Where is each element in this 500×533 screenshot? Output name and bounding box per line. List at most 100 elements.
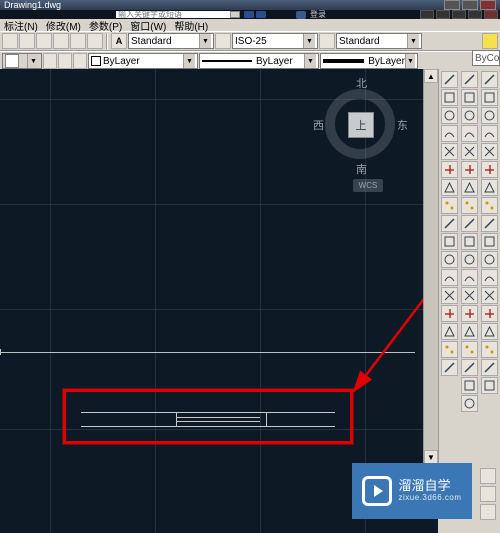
view-cube-south[interactable]: 南 bbox=[356, 161, 367, 177]
modify-crop-icon[interactable] bbox=[461, 71, 478, 88]
info-icon[interactable] bbox=[244, 11, 254, 18]
menu-param[interactable]: 参数(P) bbox=[89, 18, 122, 33]
draw-table-icon[interactable] bbox=[441, 323, 458, 340]
linetype-combo[interactable]: ByLayer ▼ bbox=[199, 53, 319, 69]
osnap-brush-icon[interactable] bbox=[481, 377, 498, 394]
draw-region-icon[interactable] bbox=[441, 305, 458, 322]
draw-pline-icon[interactable] bbox=[441, 107, 458, 124]
modify-scale-icon[interactable] bbox=[461, 233, 478, 250]
open-icon[interactable] bbox=[19, 33, 35, 49]
view-cube-east[interactable]: 东 bbox=[397, 117, 408, 133]
table-style-icon[interactable] bbox=[319, 33, 335, 49]
osnap-qua-icon[interactable] bbox=[481, 215, 498, 232]
draw-ell-icon[interactable] bbox=[441, 215, 458, 232]
wcs-label[interactable]: WCS bbox=[353, 179, 383, 192]
modify-join-icon[interactable] bbox=[461, 341, 478, 358]
modify-brk-icon[interactable] bbox=[461, 305, 478, 322]
scroll-up-icon[interactable]: ▲ bbox=[424, 69, 438, 83]
draw-circ-icon[interactable] bbox=[441, 179, 458, 196]
plot-style-combo[interactable]: ByCol bbox=[472, 50, 500, 66]
draw-spline-icon[interactable] bbox=[441, 197, 458, 214]
modify-dyn-icon[interactable] bbox=[461, 89, 478, 106]
draw-cline-icon[interactable] bbox=[441, 89, 458, 106]
text-style-icon[interactable]: A bbox=[111, 33, 127, 49]
save-icon[interactable] bbox=[36, 33, 52, 49]
osnap-mid-icon[interactable] bbox=[481, 125, 498, 142]
draw-rect-icon[interactable] bbox=[441, 143, 458, 160]
draw-hatch-icon[interactable] bbox=[441, 269, 458, 286]
palette-icon-1[interactable] bbox=[480, 468, 496, 484]
min-button[interactable] bbox=[444, 0, 460, 10]
modify-off-icon[interactable] bbox=[461, 161, 478, 178]
modify-cham-icon[interactable] bbox=[461, 359, 478, 376]
layer-combo[interactable]: ByLayer ▼ bbox=[88, 53, 198, 69]
modify-mir-icon[interactable] bbox=[461, 143, 478, 160]
layer-prop-icon[interactable] bbox=[43, 53, 57, 69]
exchange-icon[interactable] bbox=[420, 10, 434, 19]
menu-modify[interactable]: 修改(M) bbox=[46, 18, 81, 33]
modify-str-icon[interactable] bbox=[461, 251, 478, 268]
osnap-cen-icon[interactable] bbox=[481, 197, 498, 214]
layer-iso-icon[interactable] bbox=[73, 53, 87, 69]
window-min-icon[interactable] bbox=[452, 10, 466, 19]
redo-icon[interactable] bbox=[87, 33, 103, 49]
refresh-icon[interactable] bbox=[482, 33, 498, 49]
modify-fil-icon[interactable] bbox=[461, 377, 478, 394]
palette-icon-3[interactable] bbox=[480, 504, 496, 520]
draw-pt-icon[interactable] bbox=[441, 251, 458, 268]
dim-style-icon[interactable] bbox=[215, 33, 231, 49]
draw-ell2-icon[interactable] bbox=[441, 233, 458, 250]
color-combo[interactable]: ▼ bbox=[2, 53, 42, 69]
view-cube-north[interactable]: 北 bbox=[356, 75, 367, 91]
osnap-ins2-icon[interactable] bbox=[481, 287, 498, 304]
osnap-snap-icon[interactable] bbox=[481, 89, 498, 106]
scroll-track[interactable] bbox=[424, 83, 438, 450]
scroll-down-icon[interactable]: ▼ bbox=[424, 450, 438, 464]
osnap-ext2-icon[interactable] bbox=[481, 179, 498, 196]
close-button[interactable] bbox=[480, 0, 496, 10]
modify-move-icon[interactable] bbox=[461, 197, 478, 214]
menu-help[interactable]: 帮助(H) bbox=[174, 18, 208, 33]
modify-brk2-icon[interactable] bbox=[461, 323, 478, 340]
osnap-near-icon[interactable] bbox=[481, 323, 498, 340]
view-cube-west[interactable]: 西 bbox=[313, 117, 324, 133]
modify-del-icon[interactable] bbox=[461, 107, 478, 124]
restore-button[interactable] bbox=[462, 0, 478, 10]
vertical-scrollbar[interactable]: ▲ ▼ bbox=[423, 69, 438, 464]
undo-icon[interactable] bbox=[70, 33, 86, 49]
print-icon[interactable] bbox=[53, 33, 69, 49]
help-button[interactable] bbox=[436, 10, 450, 19]
modify-trim-icon[interactable] bbox=[461, 269, 478, 286]
osnap-none-icon[interactable] bbox=[481, 341, 498, 358]
osnap-par-icon[interactable] bbox=[481, 269, 498, 286]
osnap-osn-icon[interactable] bbox=[481, 359, 498, 376]
draw-grad-icon[interactable] bbox=[441, 287, 458, 304]
dropdown-style-combo[interactable]: Standard ▼ bbox=[336, 33, 422, 49]
modify-rot-icon[interactable] bbox=[461, 215, 478, 232]
menu-dimension[interactable]: 标注(N) bbox=[4, 18, 38, 33]
osnap-app-icon[interactable] bbox=[481, 161, 498, 178]
osnap-perp-icon[interactable] bbox=[481, 251, 498, 268]
osnap-tmp-icon[interactable] bbox=[481, 71, 498, 88]
lineweight-combo[interactable]: ByLayer ▼ bbox=[320, 53, 418, 69]
menu-window[interactable]: 窗口(W) bbox=[130, 18, 166, 33]
palette-icon-2[interactable] bbox=[480, 486, 496, 502]
draw-poly-icon[interactable] bbox=[441, 125, 458, 142]
modify-expl-icon[interactable] bbox=[461, 395, 478, 412]
text-style-combo[interactable]: Standard ▼ bbox=[128, 33, 214, 49]
window-close-icon[interactable] bbox=[484, 10, 498, 19]
search-dropdown[interactable] bbox=[230, 11, 240, 18]
login-area[interactable]: 登录 bbox=[296, 9, 326, 20]
modify-ext-icon[interactable] bbox=[461, 287, 478, 304]
modify-arr-icon[interactable] bbox=[461, 179, 478, 196]
view-cube[interactable]: 上 北 南 东 西 WCS bbox=[313, 77, 408, 172]
new-icon[interactable] bbox=[2, 33, 18, 49]
layer-state-icon[interactable] bbox=[58, 53, 72, 69]
draw-line-icon[interactable] bbox=[441, 71, 458, 88]
draw-arc-icon[interactable] bbox=[441, 161, 458, 178]
modify-copy-icon[interactable] bbox=[461, 125, 478, 142]
view-cube-face-top[interactable]: 上 bbox=[348, 112, 374, 138]
osnap-int-icon[interactable] bbox=[481, 143, 498, 160]
osnap-tan-icon[interactable] bbox=[481, 233, 498, 250]
osnap-end-icon[interactable] bbox=[481, 107, 498, 124]
